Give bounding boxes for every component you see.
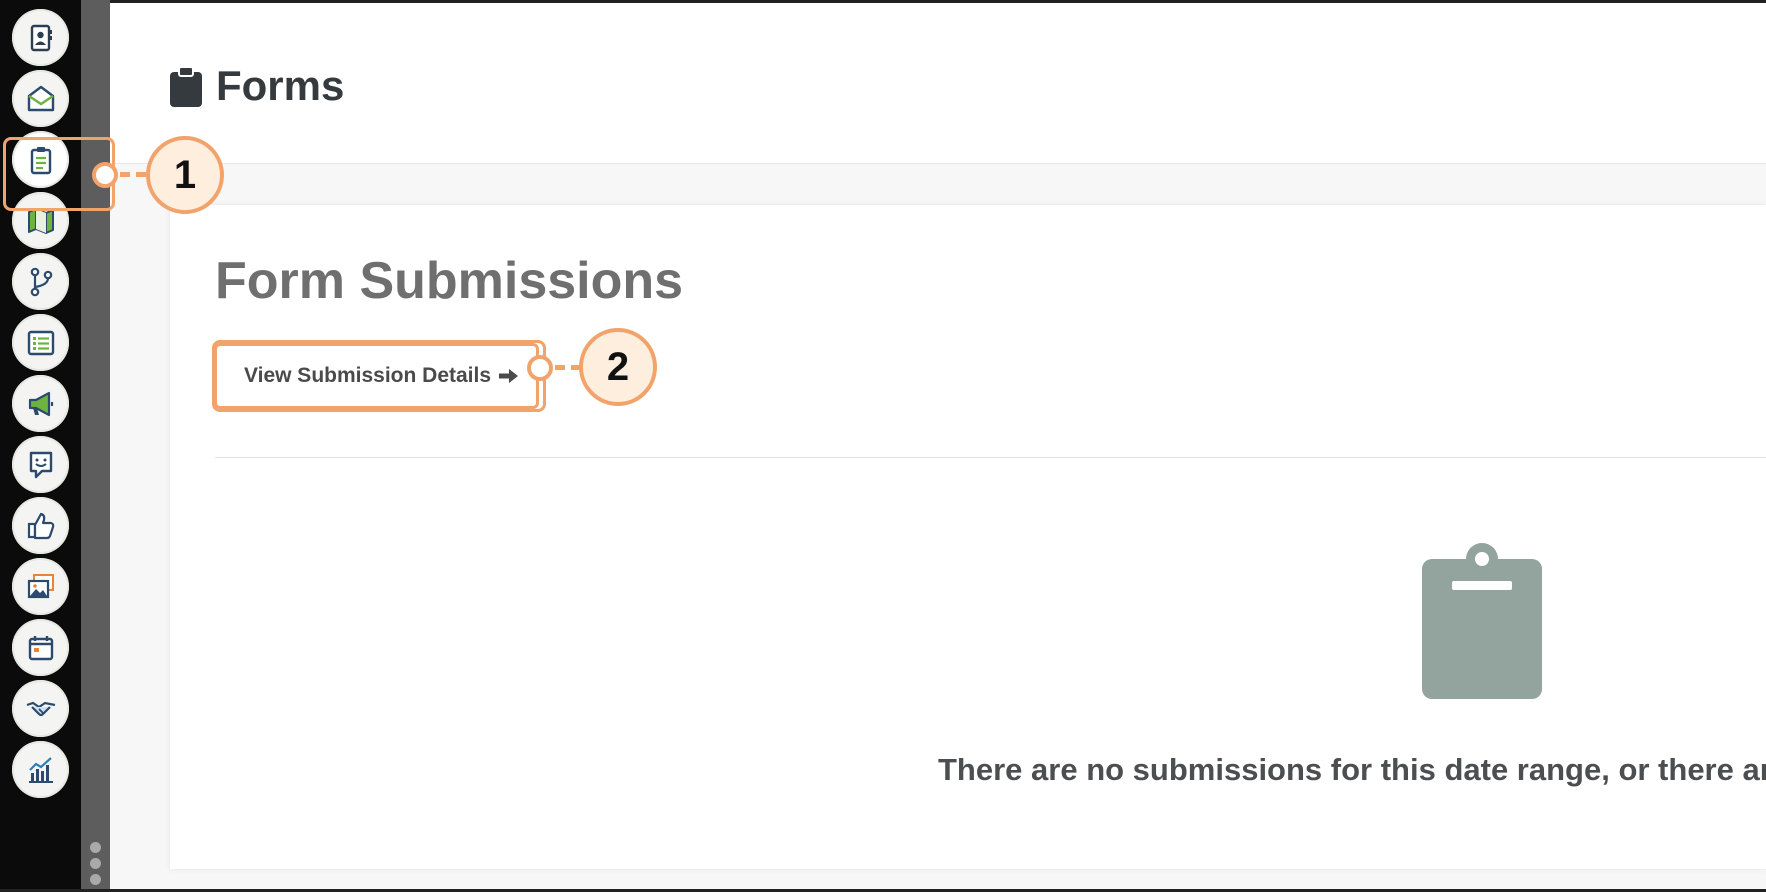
media-gallery-icon [27,573,54,598]
sidebar-item-campaigns[interactable] [12,375,69,432]
dot [90,842,101,853]
analytics-chart-icon [28,756,53,783]
sidebar-collapse-strip[interactable] [81,0,110,892]
contacts-icon [30,24,52,51]
highlight-view-button [212,340,546,412]
calendar-icon [28,635,53,660]
list-icon [27,330,54,355]
page-title: Forms [216,62,345,109]
handshake-icon [26,701,55,716]
app-sidebar [0,0,81,892]
thumbs-up-icon [27,512,54,539]
workflow-branch-icon [30,267,52,296]
sidebar-item-contacts[interactable] [12,9,69,66]
sidebar-item-partners[interactable] [12,680,69,737]
callout-2-anchor [527,355,553,381]
page-header: Forms [110,3,1766,164]
sidebar-item-reviews[interactable] [12,497,69,554]
callout-2-line [555,365,581,370]
megaphone-icon [28,391,53,416]
sidebar-item-calendar[interactable] [12,619,69,676]
email-icon [27,85,54,111]
callout-badge-2: 2 [579,328,657,406]
section-divider [215,457,1766,458]
feedback-icon [29,451,52,478]
sidebar-item-feedback[interactable] [12,436,69,493]
dot [90,858,101,869]
sidebar-item-email[interactable] [12,70,69,127]
dot [90,874,101,885]
callout-badge-1: 1 [146,136,224,214]
submissions-card: Form Submissions View Submission Details… [170,205,1766,869]
callout-1-line [120,172,146,177]
empty-state-message: There are no submissions for this date r… [938,752,1766,787]
sidebar-item-analytics[interactable] [12,741,69,798]
empty-state-clipboard-icon [1422,543,1542,699]
clipboard-icon [170,67,202,107]
section-title: Form Submissions [215,252,684,310]
sidebar-item-workflows[interactable] [12,253,69,310]
sidebar-item-media[interactable] [12,558,69,615]
callout-1-anchor [92,162,118,188]
sidebar-item-lists[interactable] [12,314,69,371]
